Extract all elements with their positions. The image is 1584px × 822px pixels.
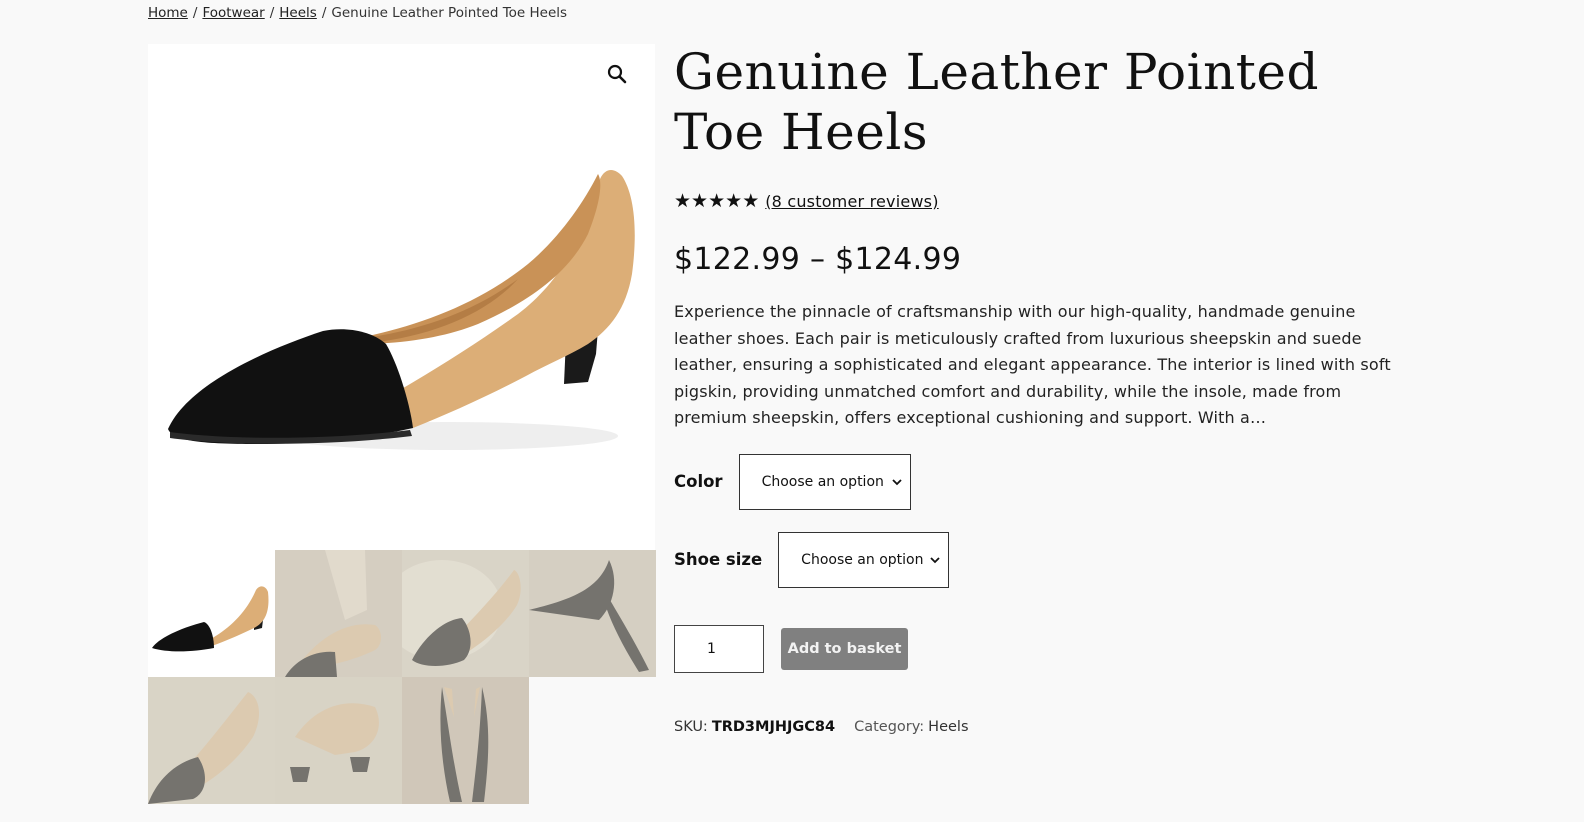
star-rating: ★ ★ ★ ★ ★ (674, 189, 760, 212)
thumbnail-grid (148, 550, 656, 804)
star-icon: ★ (708, 189, 726, 212)
size-variation: Shoe size Choose an option (674, 531, 1414, 588)
thumbnail-2[interactable] (275, 550, 402, 677)
product-title: Genuine Leather Pointed Toe Heels (674, 43, 1319, 161)
thumbnail-image (152, 586, 269, 652)
thumbnail-7[interactable] (402, 677, 529, 804)
product-summary: Genuine Leather Pointed Toe Heels ★ ★ ★ … (674, 42, 1414, 735)
star-icon: ★ (725, 189, 743, 212)
product-description: Experience the pinnacle of craftsmanship… (674, 302, 1391, 427)
thumbnail-3[interactable] (402, 550, 529, 677)
add-to-basket-button[interactable]: Add to basket (781, 627, 908, 670)
thumbnail-image (529, 560, 649, 672)
color-variation: Color Choose an option (674, 453, 1414, 510)
breadcrumb-heels[interactable]: Heels (279, 5, 317, 21)
category-label: Category: (854, 718, 925, 735)
main-product-image[interactable] (148, 44, 655, 550)
product-price: $122.99 – $124.99 (674, 242, 962, 277)
sku-label: SKU: (674, 718, 708, 735)
breadcrumb-current: Genuine Leather Pointed Toe Heels (331, 5, 568, 21)
thumbnail-6[interactable] (275, 677, 402, 804)
star-icon: ★ (674, 189, 692, 212)
breadcrumb-separator: / (192, 5, 198, 21)
thumbnail-image (440, 687, 489, 802)
breadcrumb-separator: / (321, 5, 327, 21)
category-link[interactable]: Heels (928, 719, 968, 735)
thumbnail-5[interactable] (148, 677, 275, 804)
thumbnail-image (402, 560, 521, 666)
thumbnail-image (290, 703, 379, 782)
thumbnail-1[interactable] (148, 550, 275, 677)
shoe-size-select-value: Choose an option (801, 551, 924, 568)
customer-reviews-link[interactable]: (8 customer reviews) (765, 192, 938, 211)
product-gallery (148, 44, 656, 804)
thumbnail-image (285, 550, 381, 677)
star-icon: ★ (691, 189, 709, 212)
magnifier-icon (607, 64, 627, 84)
quantity-input[interactable]: 1 (674, 624, 764, 673)
product-rating: ★ ★ ★ ★ ★ (8 customer reviews) (674, 190, 1414, 212)
breadcrumb-separator: / (269, 5, 275, 21)
add-to-cart-form: 1 Add to basket (674, 624, 1414, 673)
star-icon: ★ (742, 189, 760, 212)
chevron-down-icon (930, 556, 940, 563)
color-label: Color (674, 472, 723, 491)
chevron-down-icon (891, 478, 902, 485)
shoe-illustration (168, 170, 635, 450)
color-select-value: Choose an option (761, 473, 884, 490)
shoe-size-select[interactable]: Choose an option (778, 531, 950, 588)
breadcrumb-home[interactable]: Home (148, 5, 188, 21)
category: Category: Heels (854, 719, 968, 735)
thumbnail-image (148, 692, 260, 804)
sku-value: TRD3MJHJGC84 (711, 718, 836, 735)
color-select[interactable]: Choose an option (738, 453, 911, 510)
shoe-size-label: Shoe size (674, 550, 763, 569)
product-meta: SKU: TRD3MJHJGC84 Category: Heels (674, 719, 1414, 735)
breadcrumb: Home / Footwear / Heels / Genuine Leather Poin… (148, 5, 567, 21)
breadcrumb-footwear[interactable]: Footwear (202, 5, 264, 21)
thumbnail-4[interactable] (529, 550, 656, 677)
zoom-button[interactable] (607, 64, 635, 92)
